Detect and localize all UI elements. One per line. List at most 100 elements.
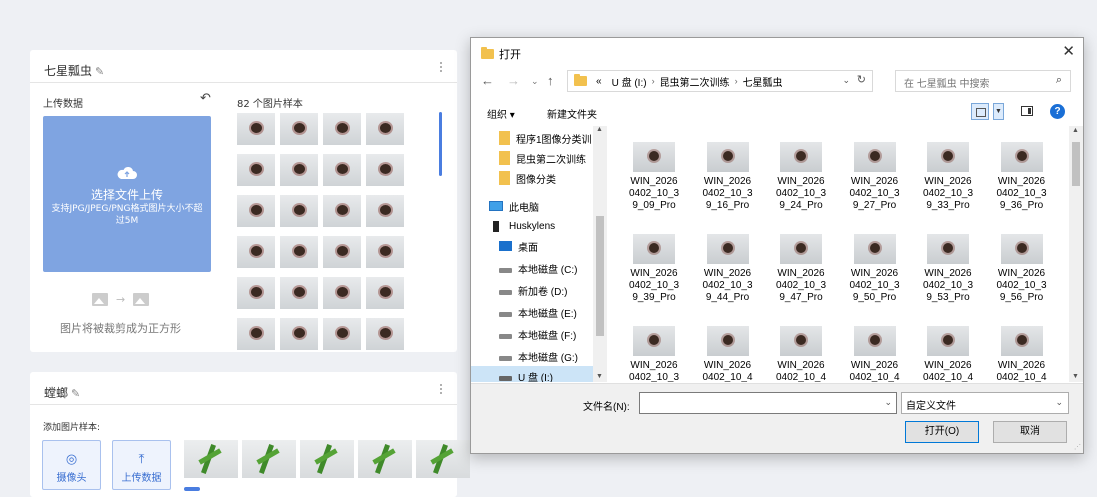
nav-item[interactable]: 新加卷 (D:) [471, 280, 593, 300]
sample-thumbnail[interactable] [323, 195, 361, 227]
sample-thumbnail[interactable] [366, 318, 404, 350]
nav-item[interactable]: 本地磁盘 (E:) [471, 302, 593, 322]
sample-thumbnail[interactable] [358, 440, 412, 478]
resize-grip-icon[interactable]: ⋰ [1074, 443, 1081, 451]
recent-dropdown-icon[interactable]: ⌄ [531, 76, 539, 87]
sample-thumbnail[interactable] [366, 236, 404, 268]
file-item[interactable]: WIN_2026 0402_10_3 9_36_Pro [987, 142, 1057, 212]
sample-thumbnail[interactable] [280, 277, 318, 309]
sample-thumbnail[interactable] [184, 440, 238, 478]
sample-thumbnail[interactable] [366, 113, 404, 145]
file-upload-dropzone[interactable]: 选择文件上传 支持JPG/JPEG/PNG格式图片大小不超过5M [43, 116, 211, 272]
breadcrumb-item[interactable]: 七星瓢虫 [743, 74, 783, 89]
file-item[interactable]: WIN_2026 0402_10_3 9_39_Pro [619, 234, 689, 304]
file-item[interactable]: WIN_2026 0402_10_4 [766, 326, 836, 382]
sample-thumbnail[interactable] [416, 440, 470, 478]
new-folder-button[interactable]: 新建文件夹 [547, 106, 597, 121]
scrollbar[interactable]: ▲ ▼ [1069, 126, 1083, 382]
file-item[interactable]: WIN_2026 0402_10_4 [913, 326, 983, 382]
file-item[interactable]: WIN_2026 0402_10_3 [619, 326, 689, 382]
forward-arrow-icon[interactable]: → [507, 73, 520, 88]
view-mode-icon[interactable] [971, 103, 989, 120]
open-button[interactable]: 打开(O) [905, 421, 979, 443]
scroll-up-icon[interactable]: ▲ [1072, 127, 1079, 134]
sample-thumbnail[interactable] [323, 113, 361, 145]
preview-pane-icon[interactable] [1021, 106, 1033, 116]
nav-item[interactable]: 此电脑 [471, 196, 593, 216]
filename-input[interactable]: ⌄ [639, 392, 897, 414]
breadcrumb-item[interactable]: U 盘 (I:) [612, 74, 647, 89]
sample-thumbnail[interactable] [280, 195, 318, 227]
sample-thumbnail[interactable] [237, 318, 275, 350]
file-item[interactable]: WIN_2026 0402_10_3 9_47_Pro [766, 234, 836, 304]
nav-item[interactable]: U 盘 (I:) [471, 366, 593, 382]
chevron-down-icon[interactable]: ⌄ [884, 397, 892, 408]
file-item[interactable]: WIN_2026 0402_10_4 [840, 326, 910, 382]
edit-pencil-icon[interactable]: ✎ [95, 65, 104, 78]
scrollbar[interactable] [184, 487, 200, 491]
nav-item[interactable]: 图像分类 [471, 168, 593, 188]
sample-thumbnail[interactable] [323, 154, 361, 186]
sample-thumbnail[interactable] [366, 195, 404, 227]
refresh-icon[interactable]: ↻ [857, 73, 866, 86]
upload-button[interactable]: ⤒ 上传数据 [112, 440, 171, 490]
up-arrow-icon[interactable]: ↑ [547, 73, 554, 88]
nav-item[interactable]: 本地磁盘 (F:) [471, 324, 593, 344]
back-arrow-icon[interactable]: ← [481, 73, 494, 88]
sample-thumbnail[interactable] [242, 440, 296, 478]
filetype-select[interactable]: 自定义文件 ⌄ [901, 392, 1069, 414]
scrollbar-thumb[interactable] [1072, 142, 1080, 186]
sample-thumbnail[interactable] [366, 277, 404, 309]
file-item[interactable]: WIN_2026 0402_10_3 9_24_Pro [766, 142, 836, 212]
sample-thumbnail[interactable] [237, 236, 275, 268]
nav-item[interactable]: Huskylens [471, 216, 593, 236]
nav-item[interactable]: 本地磁盘 (G:) [471, 346, 593, 366]
file-item[interactable]: WIN_2026 0402_10_3 9_33_Pro [913, 142, 983, 212]
sample-thumbnail[interactable] [237, 277, 275, 309]
file-item[interactable]: WIN_2026 0402_10_3 9_27_Pro [840, 142, 910, 212]
nav-item[interactable]: 本地磁盘 (C:) [471, 258, 593, 278]
nav-item[interactable]: 昆虫第二次训练 [471, 148, 593, 168]
file-item[interactable]: WIN_2026 0402_10_3 9_16_Pro [693, 142, 763, 212]
file-item[interactable]: WIN_2026 0402_10_3 9_44_Pro [693, 234, 763, 304]
scrollbar[interactable]: ▲ ▼ [593, 126, 607, 382]
more-menu-icon[interactable] [439, 382, 443, 396]
breadcrumb-item[interactable]: 昆虫第二次训练 [660, 74, 730, 89]
organize-menu[interactable]: 组织 ▾ [487, 106, 515, 121]
sample-thumbnail[interactable] [300, 440, 354, 478]
view-dropdown-icon[interactable]: ▼ [993, 103, 1004, 120]
address-bar[interactable]: « U 盘 (I:) › 昆虫第二次训练 › 七星瓢虫 ⌄ ↻ [567, 70, 873, 92]
sample-thumbnail[interactable] [237, 113, 275, 145]
file-item[interactable]: WIN_2026 0402_10_3 9_56_Pro [987, 234, 1057, 304]
class-title[interactable]: 螳螂 ✎ [44, 384, 80, 401]
search-input[interactable]: 在 七星瓢虫 中搜索 ⌕ [895, 70, 1071, 92]
edit-pencil-icon[interactable]: ✎ [71, 387, 80, 400]
sample-thumbnail[interactable] [280, 318, 318, 350]
breadcrumb-overflow[interactable]: « [596, 76, 602, 87]
help-icon[interactable]: ? [1050, 104, 1065, 119]
sample-thumbnail[interactable] [323, 277, 361, 309]
sample-thumbnail[interactable] [237, 154, 275, 186]
scroll-up-icon[interactable]: ▲ [596, 126, 603, 133]
sample-thumbnail[interactable] [366, 154, 404, 186]
sample-thumbnail[interactable] [323, 236, 361, 268]
scroll-down-icon[interactable]: ▼ [596, 373, 603, 380]
class-title[interactable]: 七星瓢虫 ✎ [44, 62, 104, 79]
nav-item[interactable]: 程序1图像分类训 [471, 128, 593, 148]
sample-thumbnail[interactable] [280, 154, 318, 186]
file-item[interactable]: WIN_2026 0402_10_3 9_53_Pro [913, 234, 983, 304]
cancel-button[interactable]: 取消 [993, 421, 1067, 443]
chevron-down-icon[interactable]: ⌄ [842, 75, 850, 86]
scrollbar[interactable] [439, 112, 442, 176]
file-item[interactable]: WIN_2026 0402_10_4 [987, 326, 1057, 382]
scroll-down-icon[interactable]: ▼ [1072, 373, 1079, 380]
sample-thumbnail[interactable] [280, 113, 318, 145]
sample-thumbnail[interactable] [280, 236, 318, 268]
file-item[interactable]: WIN_2026 0402_10_4 [693, 326, 763, 382]
sample-thumbnail[interactable] [237, 195, 275, 227]
file-item[interactable]: WIN_2026 0402_10_3 9_09_Pro [619, 142, 689, 212]
undo-icon[interactable]: ↶ [200, 91, 211, 106]
more-menu-icon[interactable] [439, 60, 443, 74]
nav-item[interactable]: 桌面 [471, 236, 593, 256]
scrollbar-thumb[interactable] [596, 216, 604, 336]
